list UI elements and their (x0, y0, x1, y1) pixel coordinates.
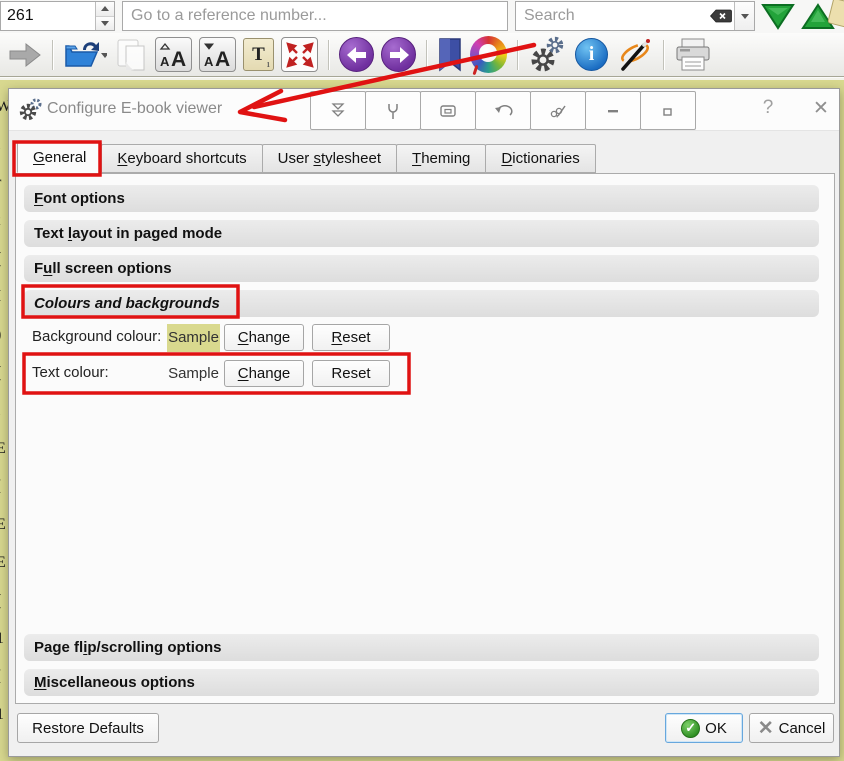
copy-pages-icon (117, 39, 145, 70)
table-of-contents-button[interactable]: T1 (243, 38, 274, 71)
section-page-flip[interactable]: Page flip/scrolling options (24, 634, 819, 661)
tab-general[interactable]: General (17, 142, 103, 173)
background-colour-row: Background colour: Sample Change Reset (24, 324, 819, 352)
close-button[interactable]: ✕ (807, 97, 835, 120)
cancel-x-icon: ✕ (757, 717, 774, 739)
tab-user-stylesheet[interactable]: User stylesheet (261, 144, 398, 173)
printer-icon (676, 38, 710, 70)
print-button[interactable] (674, 35, 712, 75)
font-increase-icon: A A (159, 42, 186, 68)
wrench-icon[interactable] (365, 91, 421, 130)
preferences-button[interactable] (528, 35, 568, 75)
section-font-options[interactable]: Font options (24, 185, 819, 212)
small-square-icon[interactable] (640, 91, 696, 130)
color-scheme-button[interactable] (470, 36, 507, 73)
tab-keyboard-shortcuts[interactable]: Keyboard shortcuts (101, 144, 263, 173)
background-colour-change-button[interactable]: Change (224, 324, 304, 351)
up-arrow-icon (101, 6, 109, 12)
dialog-titlebar[interactable]: Configure E-book viewer ? ✕ (9, 89, 839, 131)
double-chevron-down-icon[interactable] (310, 91, 366, 130)
open-ebook-button[interactable] (63, 35, 107, 75)
back-button[interactable] (339, 37, 374, 72)
text-colour-change-button[interactable]: Change (224, 360, 304, 387)
gray-forward-arrow-icon (9, 42, 41, 67)
ok-check-icon: ✓ (681, 718, 701, 738)
section-miscellaneous[interactable]: Miscellaneous options (24, 669, 819, 696)
page-number-spinner[interactable] (0, 1, 115, 31)
toolbar-separator (328, 39, 329, 70)
increase-font-size-button[interactable]: A A (155, 37, 192, 72)
ok-button[interactable]: ✓ OK (665, 713, 743, 743)
forward-button[interactable] (381, 37, 416, 72)
font-decrease-icon: A A (203, 43, 230, 68)
screen-icon[interactable] (420, 91, 476, 130)
section-colours-backgrounds[interactable]: Colours and backgrounds (24, 290, 819, 317)
white-left-arrow-icon (346, 46, 366, 63)
spin-down-button[interactable] (96, 15, 114, 30)
info-i-icon: i (588, 43, 595, 65)
dialog-tabs: General Keyboard shortcuts User styleshe… (17, 142, 596, 173)
decrease-font-size-button[interactable]: A A (199, 37, 236, 72)
reference-input[interactable] (122, 1, 508, 31)
background-colour-sample: Sample (167, 324, 220, 352)
help-button[interactable]: ? (754, 97, 782, 119)
text-colour-reset-button[interactable]: Reset (312, 360, 390, 387)
search-input[interactable] (516, 7, 708, 25)
toolbar-separator (426, 39, 427, 70)
ebook-viewer-window: A A A A T1 (0, 0, 844, 761)
tab-dictionaries[interactable]: Dictionaries (485, 144, 596, 173)
reference-mode-button[interactable] (615, 35, 653, 75)
forward-history-button[interactable] (8, 35, 42, 75)
svg-text:A: A (171, 48, 186, 68)
svg-text:A: A (204, 54, 214, 68)
svg-text:A: A (160, 54, 170, 68)
dialog-title: Configure E-book viewer (47, 100, 223, 117)
minimize-icon[interactable] (585, 91, 641, 130)
configure-ebook-viewer-dialog: Configure E-book viewer ? ✕ General Keyb… (8, 88, 840, 757)
green-down-triangle-icon (761, 4, 795, 30)
toolbar-separator (52, 39, 53, 70)
background-colour-reset-button[interactable]: Reset (312, 324, 390, 351)
edit-link-icon[interactable] (530, 91, 586, 130)
open-folder-icon (65, 41, 107, 67)
titlebar-button-row (310, 91, 696, 130)
top-bar (0, 0, 844, 33)
main-toolbar: A A A A T1 i (0, 33, 844, 77)
general-tab-panel: Font options Text layout in paged mode F… (15, 173, 835, 704)
find-next-button[interactable] (760, 2, 796, 31)
svg-text:A: A (215, 48, 230, 68)
magic-wand-icon (621, 38, 650, 71)
toolbar-separator (517, 39, 518, 70)
bookmark-button[interactable] (437, 35, 463, 75)
toggle-full-screen-button[interactable] (281, 37, 318, 72)
spin-up-button[interactable] (96, 2, 114, 16)
restore-defaults-button[interactable]: Restore Defaults (17, 713, 159, 743)
down-arrow-icon (101, 20, 109, 26)
tab-theming[interactable]: Theming (396, 144, 487, 173)
white-right-arrow-icon (389, 46, 409, 63)
gears-icon (531, 36, 564, 71)
spinner-buttons (95, 2, 114, 30)
page-number-input[interactable] (1, 2, 95, 30)
undo-arrow-icon[interactable] (475, 91, 531, 130)
letter-tile-icon: T (252, 43, 265, 65)
cancel-button[interactable]: ✕ Cancel (749, 713, 834, 743)
book-info-button[interactable]: i (575, 38, 608, 71)
text-colour-label: Text colour: (32, 364, 109, 381)
search-options-dropdown[interactable] (734, 2, 754, 30)
copy-button[interactable] (114, 35, 148, 75)
fullscreen-arrows-icon (285, 41, 314, 68)
section-full-screen[interactable]: Full screen options (24, 255, 819, 282)
clear-search-icon[interactable] (708, 2, 734, 30)
background-colour-label: Background colour: (32, 328, 162, 345)
text-colour-sample: Sample (168, 365, 219, 382)
toolbar-separator (663, 39, 664, 70)
search-box (515, 1, 755, 31)
text-colour-row: Text colour: Sample Change Reset (24, 360, 819, 388)
dropdown-arrow-icon (740, 13, 749, 19)
section-text-layout[interactable]: Text layout in paged mode (24, 220, 819, 247)
bookmark-icon (439, 37, 461, 72)
dialog-gears-icon (19, 98, 45, 127)
